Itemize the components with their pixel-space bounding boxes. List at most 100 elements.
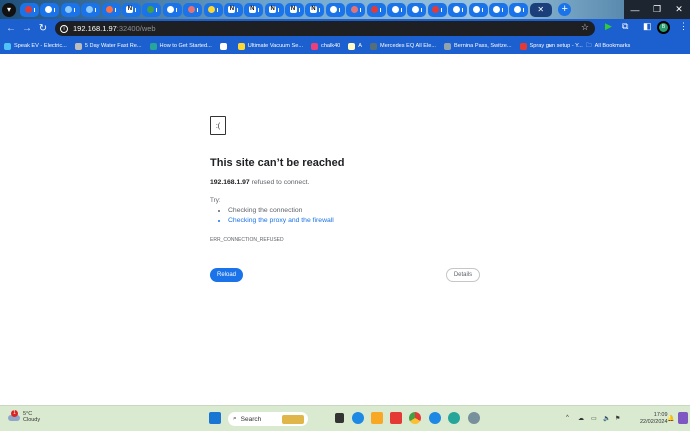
- bookmark-item[interactable]: [219, 42, 230, 50]
- browser-tab[interactable]: [142, 2, 162, 17]
- browser-tab[interactable]: [366, 2, 386, 17]
- bookmark-item[interactable]: Bernina Pass, Switze...: [444, 42, 512, 50]
- tab-audio-indicator: [94, 7, 96, 12]
- back-button[interactable]: ←: [3, 23, 19, 34]
- side-panel-icon[interactable]: ◧: [643, 21, 652, 32]
- youtube-icon: [24, 6, 32, 13]
- bookmark-favicon: [237, 42, 245, 50]
- browser-tab[interactable]: [162, 2, 182, 17]
- weather-desc: Cloudy: [23, 417, 41, 423]
- browser-tab[interactable]: [448, 2, 468, 17]
- bookmark-label: Spray gun setup - Y...: [529, 43, 583, 49]
- app-icon[interactable]: [429, 412, 441, 424]
- extension-icon[interactable]: ▶: [605, 21, 612, 32]
- onedrive-icon[interactable]: ☁: [578, 415, 584, 422]
- site-info-icon[interactable]: i: [60, 24, 68, 33]
- weather-widget[interactable]: 1 5°C Cloudy: [8, 410, 41, 423]
- copilot-icon[interactable]: [678, 412, 688, 424]
- details-button[interactable]: Details: [446, 268, 480, 282]
- browser-tab[interactable]: [509, 2, 529, 17]
- youtube-app-icon[interactable]: [390, 412, 402, 424]
- notion-icon: N: [309, 6, 317, 13]
- close-window-button[interactable]: ✕: [668, 0, 690, 19]
- browser-tab[interactable]: [407, 2, 427, 17]
- forward-button[interactable]: →: [19, 23, 35, 34]
- browser-tab[interactable]: [81, 2, 101, 17]
- bookmark-item[interactable]: Spray gun setup - Y...: [519, 42, 583, 50]
- browser-tab[interactable]: [60, 2, 80, 17]
- folder-icon: 🗀: [586, 43, 592, 49]
- browser-tab[interactable]: [325, 2, 345, 17]
- bookmark-label: chalk40: [321, 43, 341, 49]
- browser-tab[interactable]: [488, 2, 508, 17]
- browser-tab[interactable]: [468, 2, 488, 17]
- reload-button[interactable]: Reload: [210, 268, 243, 282]
- bookmark-item[interactable]: Ultimate Vacuum Se...: [237, 42, 304, 50]
- bookmark-item[interactable]: chalk40: [311, 42, 341, 50]
- minimize-button[interactable]: —: [624, 0, 646, 19]
- notification-bell-icon[interactable]: 🔔: [667, 415, 674, 422]
- edge-icon[interactable]: [352, 412, 364, 424]
- active-tab[interactable]: ✕: [529, 2, 552, 17]
- browser-tab[interactable]: [40, 2, 60, 17]
- browser-tab[interactable]: N: [264, 2, 284, 17]
- bookmark-item[interactable]: Mercedes EQ All Ele...: [370, 42, 436, 50]
- browser-tab[interactable]: [203, 2, 223, 17]
- browser-tab[interactable]: [346, 2, 366, 17]
- suggestion-check-proxy-link[interactable]: Checking the proxy and the firewall: [228, 217, 334, 224]
- address-bar[interactable]: i 192.168.1.97:32400/web ☆: [55, 21, 595, 36]
- bookmark-label: How to Get Started...: [159, 43, 212, 49]
- new-tab-button[interactable]: +: [558, 3, 572, 16]
- browser-tab[interactable]: [427, 2, 447, 17]
- reload-icon[interactable]: ↻: [35, 23, 51, 34]
- settings-icon[interactable]: [468, 412, 480, 424]
- tab-audio-indicator: [380, 7, 382, 12]
- chrome-icon[interactable]: [409, 412, 421, 424]
- all-bookmarks-button[interactable]: 🗀 All Bookmarks: [586, 41, 630, 51]
- tab-audio-indicator: [482, 7, 484, 12]
- file-explorer-icon[interactable]: [371, 412, 383, 424]
- browser-tab[interactable]: N: [305, 2, 325, 17]
- extensions-puzzle-icon[interactable]: ⧉: [622, 21, 628, 32]
- browser-tab[interactable]: [183, 2, 203, 17]
- error-title: This site can’t be reached: [210, 157, 345, 169]
- browser-tab[interactable]: [101, 2, 121, 17]
- taskbar-search[interactable]: ⌕ Search: [228, 412, 308, 426]
- weather-badge: 1: [11, 410, 18, 417]
- bookmark-star-icon[interactable]: ☆: [581, 22, 589, 33]
- bookmark-label: Mercedes EQ All Ele...: [380, 43, 436, 49]
- bookmark-label: Ultimate Vacuum Se...: [247, 43, 304, 49]
- tab-audio-indicator: [502, 7, 504, 12]
- network-icon[interactable]: ⚑: [615, 415, 620, 422]
- date: 22/02/2024: [640, 419, 668, 425]
- bookmark-item[interactable]: Speak EV - Electric...: [4, 42, 67, 50]
- display-icon[interactable]: ▭: [591, 415, 597, 422]
- menu-icon[interactable]: ⋮: [679, 21, 688, 32]
- tab-search-button[interactable]: ▾: [2, 2, 16, 17]
- search-placeholder: Search: [240, 415, 262, 423]
- close-tab-icon[interactable]: ✕: [537, 5, 544, 14]
- restore-button[interactable]: ❐: [646, 0, 668, 19]
- browser-tab[interactable]: [20, 2, 39, 17]
- browser-tab[interactable]: [387, 2, 407, 17]
- bookmark-item[interactable]: A: [348, 42, 362, 50]
- bookmark-item[interactable]: 5 Day Water Fast Re...: [74, 42, 142, 50]
- cloud-icon: 1: [8, 410, 20, 421]
- task-view-icon[interactable]: [335, 413, 344, 423]
- tab-audio-indicator: [196, 7, 198, 12]
- clock[interactable]: 17:09 22/02/2024: [640, 412, 668, 426]
- browser-tab[interactable]: N: [285, 2, 305, 17]
- tray-overflow-button[interactable]: ^: [566, 415, 569, 421]
- browser-tab[interactable]: N: [244, 2, 264, 17]
- youtube-icon: [432, 6, 440, 13]
- volume-icon[interactable]: 🔈: [603, 415, 610, 422]
- browser-tab[interactable]: N: [121, 2, 141, 17]
- colorful-icon: [208, 6, 216, 13]
- bookmark-item[interactable]: How to Get Started...: [149, 42, 212, 50]
- profile-avatar[interactable]: B: [657, 21, 670, 34]
- browser-tab[interactable]: N: [223, 2, 243, 17]
- tab-audio-indicator: [400, 7, 402, 12]
- more-bookmarks-button[interactable]: »: [548, 43, 551, 49]
- app-icon-2[interactable]: [448, 412, 460, 424]
- start-button[interactable]: [209, 412, 221, 424]
